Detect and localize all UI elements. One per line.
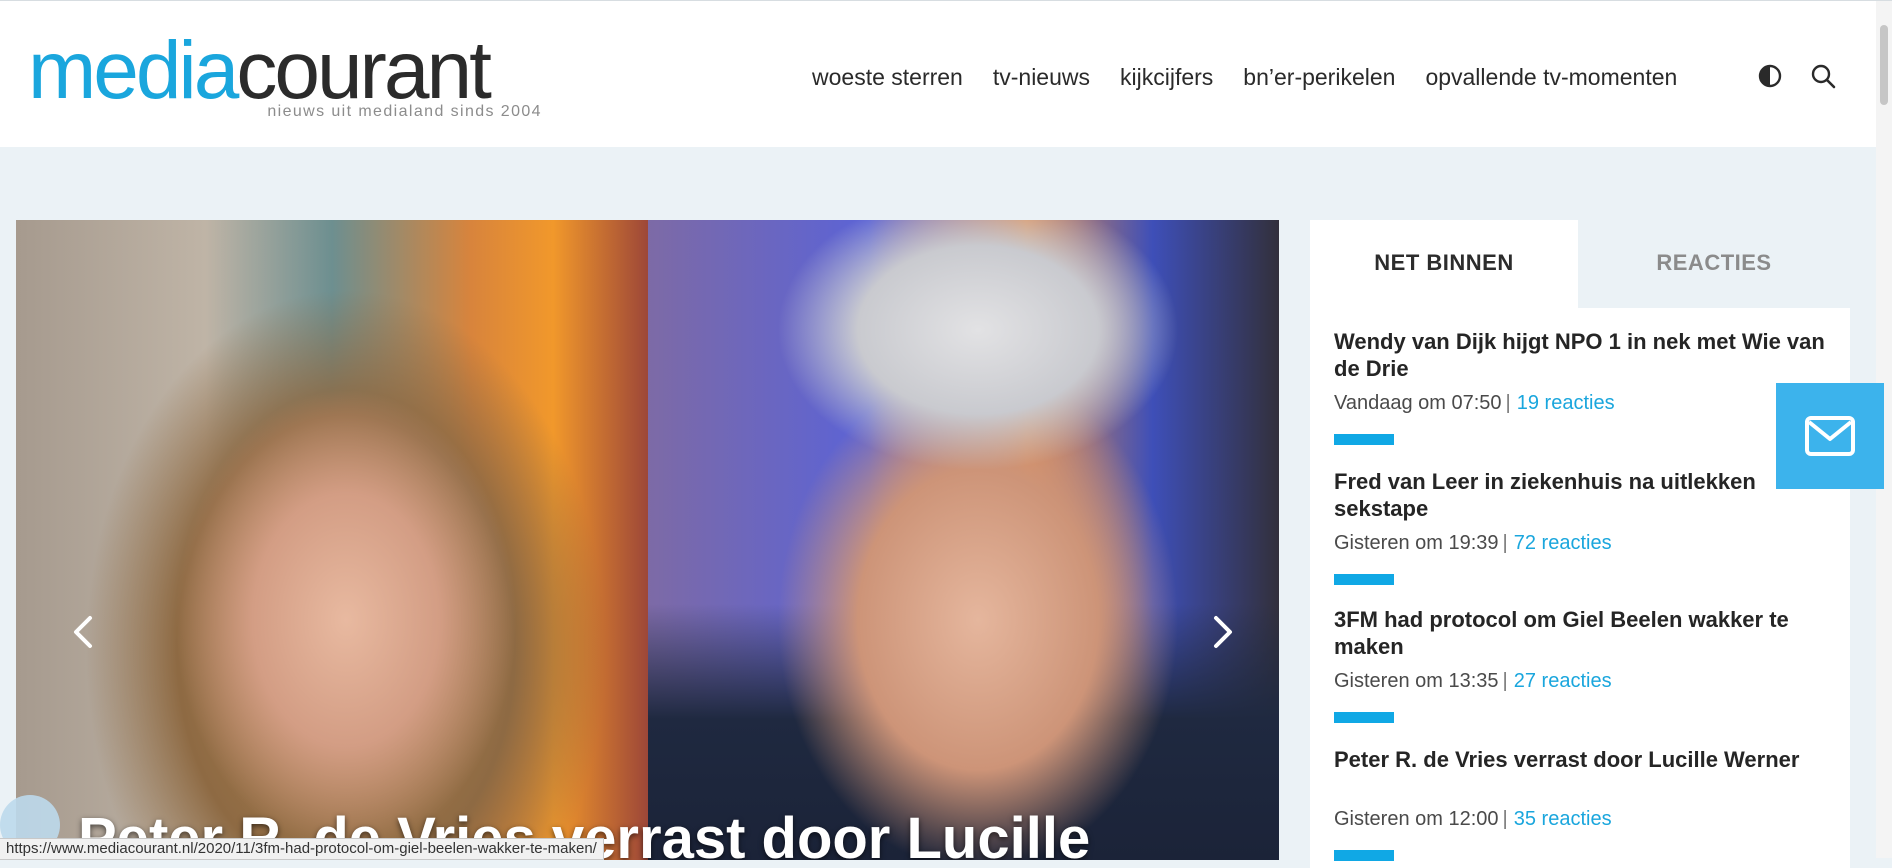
hero-photo-right [648, 220, 1279, 860]
item-date: Gisteren om 12:00 [1334, 808, 1499, 830]
item-reactions-link[interactable]: 27 reacties [1514, 670, 1612, 692]
item-meta: Vandaag om 07:50 | 19 reacties [1334, 392, 1615, 415]
item-separator: | [1505, 392, 1511, 414]
tab-net-binnen[interactable]: NET BINNEN [1310, 220, 1578, 308]
list-item: Fred van Leer in ziekenhuis na uitlekken… [1334, 468, 1834, 585]
news-list: Wendy van Dijk hijgt NPO 1 in nek met Wi… [1310, 308, 1850, 868]
list-item: Peter R. de Vries verrast door Lucille W… [1334, 746, 1834, 861]
main-nav: woeste sterren tv-nieuws kijkcijfers bn’… [812, 57, 1677, 97]
item-separator: | [1502, 808, 1508, 830]
item-reactions-link[interactable]: 19 reacties [1517, 392, 1615, 414]
item-date: Gisteren om 19:39 [1334, 532, 1499, 554]
logo-tagline: nieuws uit medialand sinds 2004 [267, 103, 542, 120]
item-accent-bar [1334, 574, 1394, 585]
item-accent-bar [1334, 712, 1394, 723]
chevron-right-icon[interactable] [1202, 602, 1242, 662]
status-bar-url: https://www.mediacourant.nl/2020/11/3fm-… [0, 838, 604, 860]
tab-reacties[interactable]: REACTIES [1578, 220, 1850, 308]
item-title[interactable]: Fred van Leer in ziekenhuis na uitlekken… [1334, 468, 1834, 522]
item-meta: Gisteren om 19:39 | 72 reacties [1334, 532, 1612, 555]
list-item: Wendy van Dijk hijgt NPO 1 in nek met Wi… [1334, 328, 1834, 445]
item-date: Vandaag om 07:50 [1334, 392, 1502, 414]
item-meta: Gisteren om 12:00 | 35 reacties [1334, 808, 1612, 831]
newsletter-mail-button[interactable] [1776, 383, 1884, 489]
item-separator: | [1502, 532, 1508, 554]
item-title[interactable]: Peter R. de Vries verrast door Lucille W… [1334, 746, 1834, 773]
nav-bner-perikelen[interactable]: bn’er-perikelen [1243, 57, 1395, 97]
list-item: 3FM had protocol om Giel Beelen wakker t… [1334, 606, 1834, 723]
nav-kijkcijfers[interactable]: kijkcijfers [1120, 57, 1213, 97]
item-title[interactable]: Wendy van Dijk hijgt NPO 1 in nek met Wi… [1334, 328, 1834, 382]
sidebar-tabs: NET BINNEN REACTIES [1310, 220, 1850, 308]
item-reactions-link[interactable]: 72 reacties [1514, 532, 1612, 554]
item-title[interactable]: 3FM had protocol om Giel Beelen wakker t… [1334, 606, 1834, 660]
hero-photo-left [16, 220, 648, 860]
chevron-left-icon[interactable] [64, 602, 104, 662]
nav-opvallende-tv-momenten[interactable]: opvallende tv-momenten [1425, 57, 1677, 97]
item-reactions-link[interactable]: 35 reacties [1514, 808, 1612, 830]
site-header: mediacourant nieuws uit medialand sinds … [0, 1, 1876, 147]
site-logo[interactable]: mediacourant nieuws uit medialand sinds … [28, 23, 541, 123]
item-date: Gisteren om 13:35 [1334, 670, 1499, 692]
scrollbar-thumb[interactable] [1880, 25, 1888, 105]
mail-icon [1805, 416, 1855, 456]
contrast-icon[interactable] [1755, 61, 1785, 91]
nav-tv-nieuws[interactable]: tv-nieuws [993, 57, 1090, 97]
item-separator: | [1502, 670, 1508, 692]
item-accent-bar [1334, 850, 1394, 861]
item-meta: Gisteren om 13:35 | 27 reacties [1334, 670, 1612, 693]
hero-slider[interactable]: Peter R. de Vries verrast door Lucille [16, 220, 1279, 860]
item-accent-bar [1334, 434, 1394, 445]
search-icon[interactable] [1808, 61, 1838, 91]
nav-woeste-sterren[interactable]: woeste sterren [812, 57, 963, 97]
